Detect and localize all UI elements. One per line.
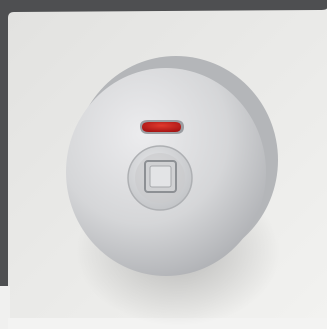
lock-photo bbox=[0, 0, 327, 329]
occupied-indicator bbox=[142, 122, 181, 132]
photo-scene bbox=[0, 0, 327, 329]
